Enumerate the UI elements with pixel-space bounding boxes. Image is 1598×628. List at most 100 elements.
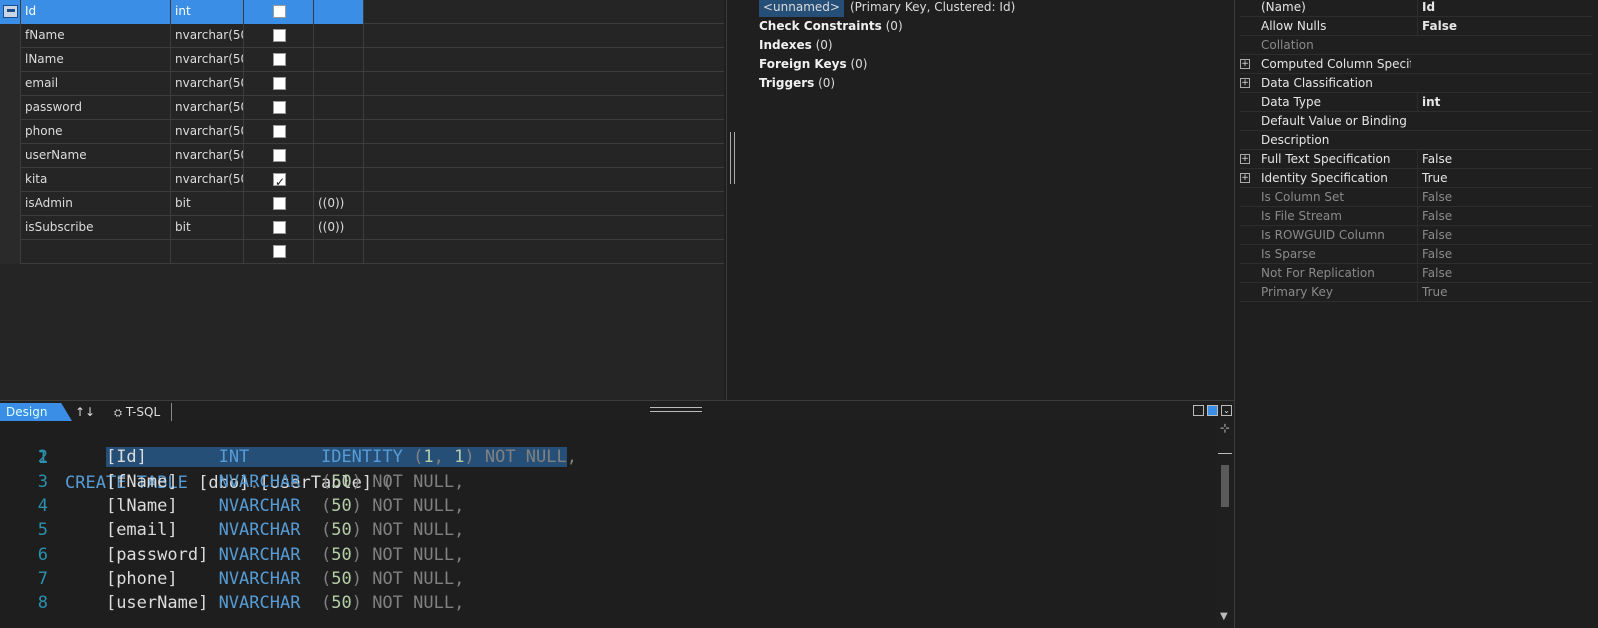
column-name-cell[interactable]: isSubscribe: [21, 216, 171, 240]
property-value[interactable]: False: [1417, 150, 1592, 169]
tab-design[interactable]: Design: [0, 403, 72, 421]
allow-nulls-cell[interactable]: [244, 216, 314, 240]
property-value[interactable]: Id: [1417, 0, 1592, 17]
data-type-cell[interactable]: nvarchar(50): [171, 96, 244, 120]
vertical-split-icon[interactable]: [1193, 405, 1204, 416]
allow-nulls-checkbox[interactable]: [273, 171, 286, 192]
expand-plus-icon[interactable]: +: [1240, 154, 1250, 164]
grid-row[interactable]: passwordnvarchar(50): [0, 96, 724, 120]
property-value[interactable]: False: [1417, 245, 1592, 264]
default-cell[interactable]: [314, 144, 364, 168]
horizontal-split-icon[interactable]: [1207, 405, 1218, 416]
allow-nulls-checkbox[interactable]: [273, 29, 286, 42]
data-type-cell[interactable]: nvarchar(50): [171, 24, 244, 48]
data-type-cell[interactable]: nvarchar(50): [171, 144, 244, 168]
property-row[interactable]: Is ROWGUID Column False: [1240, 226, 1592, 245]
allow-nulls-checkbox[interactable]: [273, 101, 286, 114]
column-name-cell[interactable]: password: [21, 96, 171, 120]
tsql-editor[interactable]: 1 CREATE TABLE [dbo].[UserTable] ( 2 [Id…: [0, 421, 1216, 628]
scrollbar-thumb[interactable]: [1221, 465, 1229, 507]
triggers-item[interactable]: Triggers (0): [759, 74, 835, 93]
property-row[interactable]: Not For Replication False: [1240, 264, 1592, 283]
allow-nulls-cell[interactable]: [244, 72, 314, 96]
property-row[interactable]: Collation: [1240, 36, 1592, 55]
expand-plus-icon[interactable]: +: [1240, 173, 1250, 183]
property-row[interactable]: Primary Key True: [1240, 283, 1592, 302]
allow-nulls-checkbox[interactable]: [273, 125, 286, 138]
expand-plus-icon[interactable]: +: [1240, 78, 1250, 88]
allow-nulls-checkbox[interactable]: [273, 149, 286, 162]
property-value[interactable]: False: [1417, 226, 1592, 245]
pk-name[interactable]: <unnamed>: [759, 0, 844, 17]
row-selector[interactable]: [0, 168, 21, 192]
data-type-cell[interactable]: nvarchar(50): [171, 48, 244, 72]
property-row[interactable]: Description: [1240, 131, 1592, 150]
allow-nulls-cell[interactable]: [244, 240, 314, 264]
swap-panes-icon[interactable]: ↑↓: [73, 403, 97, 421]
allow-nulls-cell[interactable]: [244, 96, 314, 120]
column-name-cell[interactable]: lName: [21, 48, 171, 72]
grid-row[interactable]: lNamenvarchar(50): [0, 48, 724, 72]
column-name-cell[interactable]: phone: [21, 120, 171, 144]
grid-row[interactable]: Id int: [0, 0, 724, 24]
column-name-cell[interactable]: kita: [21, 168, 171, 192]
scroll-down-icon[interactable]: ▼: [1220, 611, 1228, 622]
check-constraints-item[interactable]: Check Constraints (0): [759, 17, 903, 36]
data-type-cell[interactable]: bit: [171, 192, 244, 216]
tab-tsql[interactable]: ⛭ T-SQL: [110, 403, 172, 421]
collapse-pane-icon[interactable]: ⌄: [1221, 405, 1232, 416]
split-editor-icon[interactable]: ⊹: [1220, 421, 1230, 435]
property-value[interactable]: False: [1417, 188, 1592, 207]
row-selector[interactable]: [0, 216, 21, 240]
row-selector[interactable]: [0, 96, 21, 120]
default-cell[interactable]: [314, 240, 364, 264]
row-selector[interactable]: [0, 240, 21, 264]
row-selector[interactable]: [0, 48, 21, 72]
allow-nulls-cell[interactable]: [244, 192, 314, 216]
property-value[interactable]: False: [1417, 264, 1592, 283]
data-type-cell[interactable]: [171, 240, 244, 264]
allow-nulls-checkbox[interactable]: [273, 221, 286, 234]
allow-nulls-cell[interactable]: [244, 48, 314, 72]
default-cell[interactable]: [314, 72, 364, 96]
property-row[interactable]: + Computed Column Specific: [1240, 55, 1592, 74]
data-type-cell[interactable]: bit: [171, 216, 244, 240]
panel-splitter[interactable]: [730, 132, 735, 184]
column-name-cell[interactable]: email: [21, 72, 171, 96]
row-selector[interactable]: [0, 120, 21, 144]
grid-row[interactable]: kitanvarchar(50): [0, 168, 724, 192]
pane-resize-handle[interactable]: [650, 407, 702, 412]
default-cell[interactable]: [314, 48, 364, 72]
grid-row[interactable]: emailnvarchar(50): [0, 72, 724, 96]
grid-row[interactable]: isAdmin bit ((0)): [0, 192, 724, 216]
column-name-cell[interactable]: userName: [21, 144, 171, 168]
grid-row[interactable]: isSubscribe bit ((0)): [0, 216, 724, 240]
property-row[interactable]: Default Value or Binding: [1240, 112, 1592, 131]
property-row[interactable]: + Data Classification: [1240, 74, 1592, 93]
property-row[interactable]: Data Type int: [1240, 93, 1592, 112]
grid-row[interactable]: fNamenvarchar(50): [0, 24, 724, 48]
column-name-cell[interactable]: Id: [21, 0, 171, 24]
column-grid[interactable]: IdintfNamenvarchar(50)lNamenvarchar(50)e…: [0, 0, 724, 400]
row-selector[interactable]: [0, 192, 21, 216]
allow-nulls-cell[interactable]: [244, 120, 314, 144]
allow-nulls-checkbox[interactable]: [273, 5, 286, 18]
property-row[interactable]: + Identity Specification True: [1240, 169, 1592, 188]
allow-nulls-cell[interactable]: [244, 168, 314, 192]
row-selector[interactable]: [0, 144, 21, 168]
allow-nulls-checkbox[interactable]: [273, 77, 286, 90]
property-value[interactable]: int: [1417, 93, 1592, 112]
default-cell[interactable]: [314, 96, 364, 120]
foreign-keys-item[interactable]: Foreign Keys (0): [759, 55, 867, 74]
property-value[interactable]: True: [1417, 283, 1592, 302]
default-cell[interactable]: ((0)): [314, 192, 364, 216]
default-cell[interactable]: [314, 24, 364, 48]
indexes-item[interactable]: Indexes (0): [759, 36, 833, 55]
grid-row[interactable]: [0, 240, 724, 264]
primary-key-item[interactable]: <unnamed> (Primary Key, Clustered: Id): [759, 0, 1015, 17]
row-selector[interactable]: [0, 72, 21, 96]
data-type-cell[interactable]: nvarchar(50): [171, 120, 244, 144]
row-selector[interactable]: [0, 24, 21, 48]
data-type-cell[interactable]: nvarchar(50): [171, 168, 244, 192]
data-type-cell[interactable]: nvarchar(50): [171, 72, 244, 96]
